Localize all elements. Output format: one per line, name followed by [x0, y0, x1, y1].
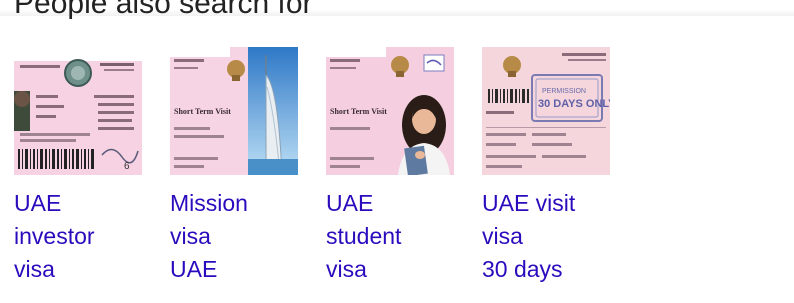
label-line[interactable]: UAE visit	[482, 187, 610, 220]
suggestion-link[interactable]: UAE visit visa 30 days	[482, 187, 610, 286]
svg-text:Short Term Visit: Short Term Visit	[174, 107, 231, 116]
label-line[interactable]: UAE	[14, 187, 142, 220]
uae-student-visa-image[interactable]: Short Term Visit	[326, 47, 454, 175]
search-suggestion-card[interactable]: Short Term Visit UAE student visa	[326, 47, 454, 286]
svg-text:Short Term Visit: Short Term Visit	[330, 107, 387, 116]
label-line[interactable]: visa	[482, 220, 610, 253]
label-line[interactable]: UAE	[170, 253, 298, 286]
search-suggestion-card[interactable]: Short Term Visit Mission visa UAE	[170, 47, 298, 286]
search-suggestion-card[interactable]: PERMISSION 30 DAYS ONLY UAE visit visa 3…	[482, 47, 610, 286]
people-also-search-list: 6 UAE investor visa Short Term Visit Mis…	[14, 47, 610, 286]
uae-investor-visa-image[interactable]: 6	[14, 47, 142, 175]
section-heading: People also search for	[14, 0, 313, 20]
search-suggestion-card[interactable]: 6 UAE investor visa	[14, 47, 142, 286]
label-line[interactable]: visa	[326, 253, 454, 286]
label-line[interactable]: investor	[14, 220, 142, 253]
label-line[interactable]: visa	[170, 220, 298, 253]
uae-visit-visa-30-days-image[interactable]: PERMISSION 30 DAYS ONLY	[482, 47, 610, 175]
label-line[interactable]: UAE	[326, 187, 454, 220]
label-line[interactable]: student	[326, 220, 454, 253]
suggestion-link[interactable]: UAE investor visa	[14, 187, 142, 286]
label-line[interactable]: Mission	[170, 187, 298, 220]
suggestion-link[interactable]: Mission visa UAE	[170, 187, 298, 286]
svg-text:6: 6	[124, 161, 130, 172]
svg-text:PERMISSION: PERMISSION	[542, 88, 586, 95]
svg-text:30 DAYS ONLY: 30 DAYS ONLY	[538, 98, 610, 110]
mission-visa-image[interactable]: Short Term Visit	[170, 47, 298, 175]
label-line[interactable]: visa	[14, 253, 142, 286]
label-line[interactable]: 30 days	[482, 253, 610, 286]
suggestion-link[interactable]: UAE student visa	[326, 187, 454, 286]
